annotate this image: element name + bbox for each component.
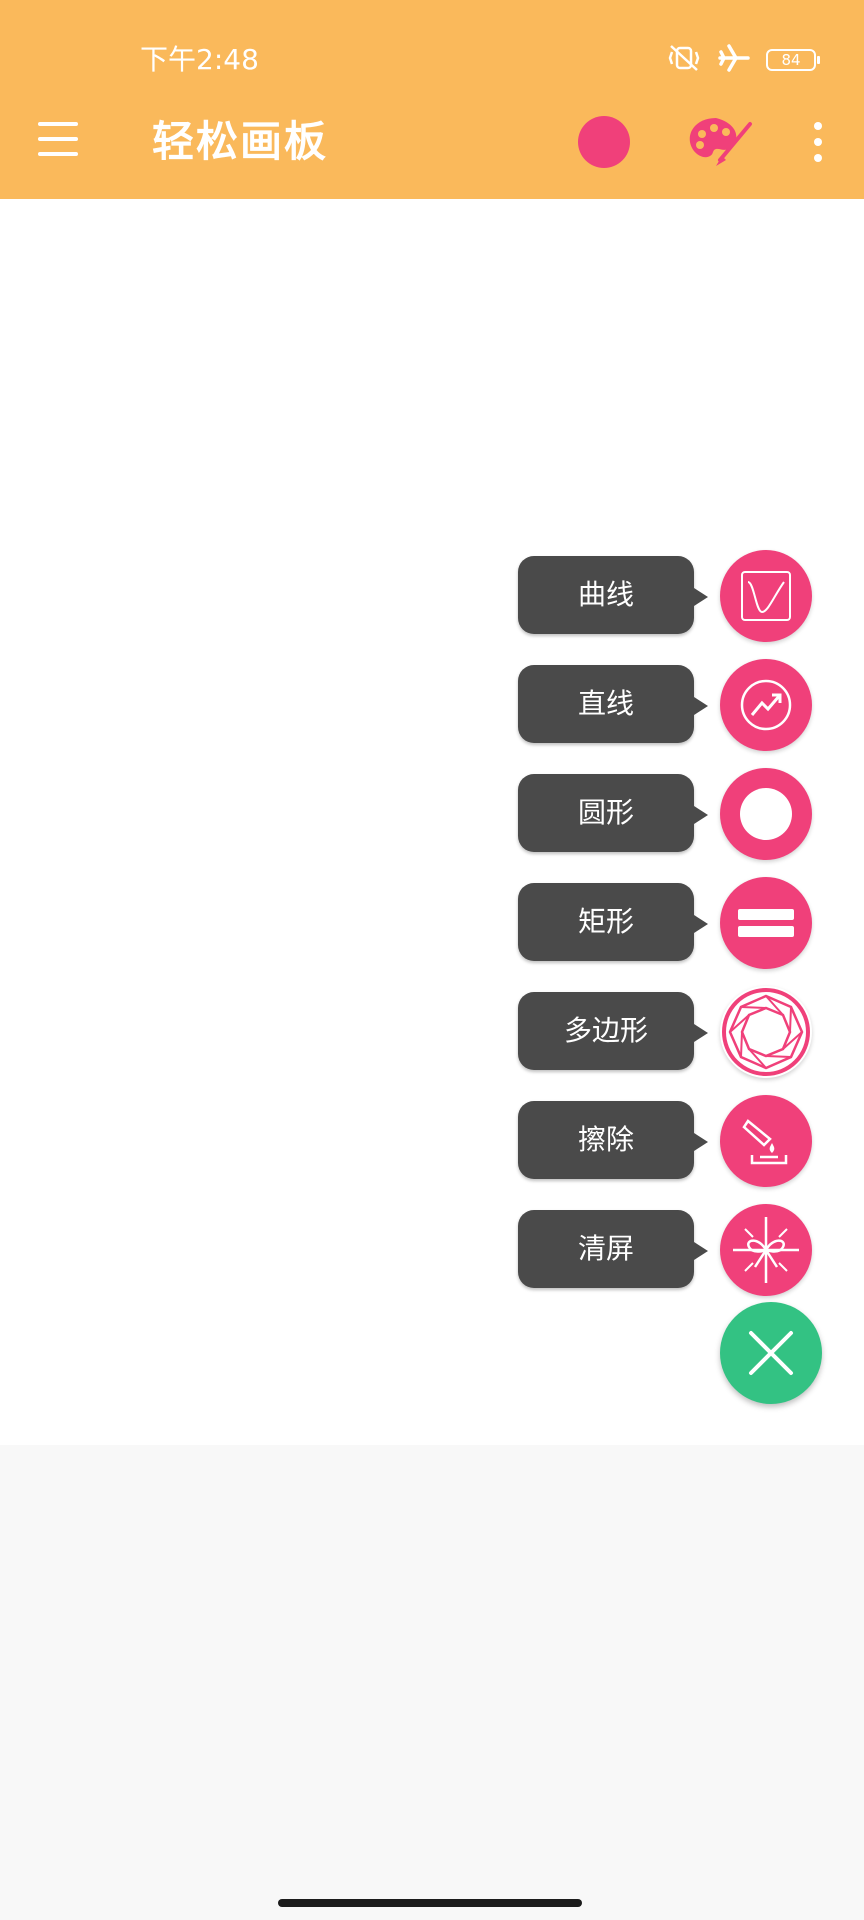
- hamburger-menu-icon[interactable]: [38, 122, 78, 158]
- fab-item-curve[interactable]: 曲线: [518, 550, 818, 642]
- eraser-icon[interactable]: [720, 1095, 812, 1187]
- fab-label-rectangle[interactable]: 矩形: [518, 883, 708, 961]
- circle-icon[interactable]: [720, 768, 812, 860]
- line-icon[interactable]: [720, 659, 812, 751]
- fab-label-curve[interactable]: 曲线: [518, 556, 708, 634]
- color-picker-button[interactable]: [578, 116, 630, 168]
- clear-screen-icon[interactable]: [720, 1204, 812, 1296]
- more-vert-icon[interactable]: [808, 120, 828, 164]
- polygon-icon[interactable]: [720, 986, 812, 1078]
- airplane-icon: [718, 42, 750, 78]
- fab-item-eraser[interactable]: 擦除: [518, 1095, 818, 1187]
- home-indicator[interactable]: [278, 1899, 582, 1907]
- rectangle-icon[interactable]: [720, 877, 812, 969]
- fab-label-line[interactable]: 直线: [518, 665, 708, 743]
- close-icon[interactable]: [720, 1302, 822, 1404]
- fab-label-polygon[interactable]: 多边形: [518, 992, 708, 1070]
- fab-item-polygon[interactable]: 多边形: [518, 986, 818, 1078]
- app-header: 下午2:48 84 轻松画板: [0, 0, 864, 199]
- mute-vibrate-icon: [666, 42, 702, 78]
- status-time: 下午2:48: [140, 43, 259, 76]
- curve-icon[interactable]: [720, 550, 812, 642]
- app-title: 轻松画板: [152, 117, 329, 166]
- fab-label-circle[interactable]: 圆形: [518, 774, 708, 852]
- app-root: 下午2:48 84 轻松画板 曲线 直线 圆形 矩形 多边形 擦除 清屏: [0, 0, 864, 1920]
- palette-icon[interactable]: [686, 110, 754, 174]
- fab-label-eraser[interactable]: 擦除: [518, 1101, 708, 1179]
- fab-item-line[interactable]: 直线: [518, 659, 818, 751]
- fab-item-clear-screen[interactable]: 清屏: [518, 1204, 818, 1296]
- fab-item-rectangle[interactable]: 矩形: [518, 877, 818, 969]
- status-icons: 84: [666, 40, 820, 80]
- fab-item-circle[interactable]: 圆形: [518, 768, 818, 860]
- fab-label-clear-screen[interactable]: 清屏: [518, 1210, 708, 1288]
- battery-icon: 84: [766, 49, 820, 71]
